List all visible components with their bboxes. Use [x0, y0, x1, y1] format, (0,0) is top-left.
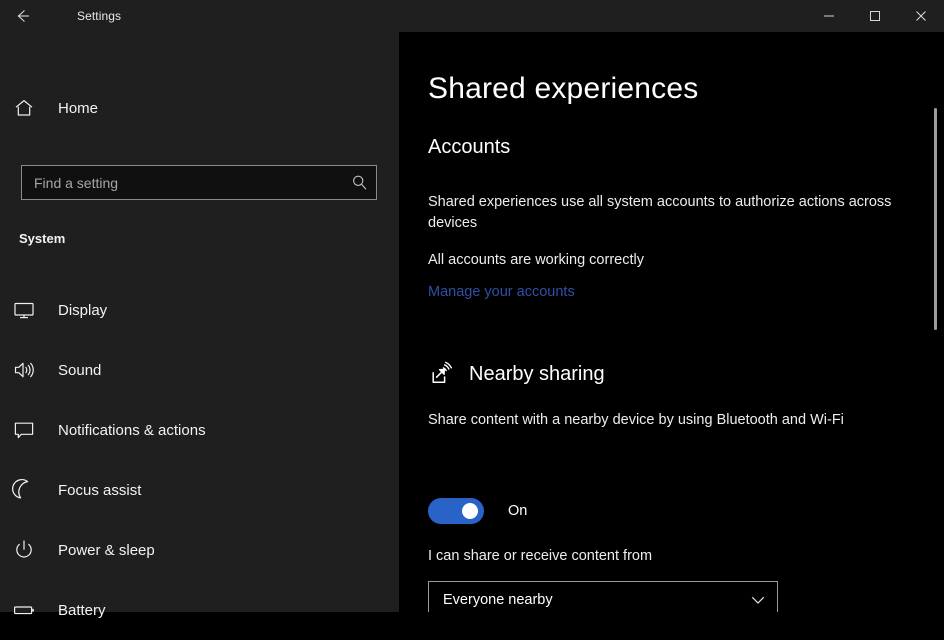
share-from-dropdown[interactable]: Everyone nearby — [428, 581, 778, 612]
minimize-icon — [824, 15, 834, 17]
close-icon — [916, 11, 926, 21]
sidebar-item-display-label: Display — [58, 301, 108, 319]
accounts-heading: Accounts — [428, 136, 511, 158]
sidebar-item-focus-assist-label: Focus assist — [58, 481, 142, 499]
battery-icon — [0, 598, 48, 622]
nearby-sharing-heading-row: Nearby sharing — [427, 358, 605, 390]
monitor-icon — [0, 298, 48, 322]
sidebar-item-notifications[interactable]: Notifications & actions — [0, 400, 399, 460]
accounts-description: Shared experiences use all system accoun… — [428, 194, 892, 231]
manage-accounts-link[interactable]: Manage your accounts — [428, 284, 575, 300]
sidebar-item-battery-label: Battery — [58, 601, 106, 619]
nearby-sharing-toggle-row: On — [428, 498, 527, 524]
moon-icon — [0, 478, 48, 502]
speech-bubble-icon — [0, 418, 48, 442]
nearby-sharing-description: Share content with a nearby device by us… — [428, 412, 844, 428]
sidebar-item-home[interactable]: Home — [0, 88, 399, 128]
nearby-sharing-toggle[interactable] — [428, 498, 484, 524]
share-from-dropdown-value: Everyone nearby — [443, 591, 553, 608]
sidebar-item-battery[interactable]: Battery — [0, 580, 399, 640]
power-icon — [0, 538, 48, 562]
close-button[interactable] — [898, 0, 944, 32]
share-from-label: I can share or receive content from — [428, 548, 653, 564]
title-bar-left: Settings — [0, 0, 399, 32]
back-button[interactable] — [0, 0, 46, 32]
chevron-down-icon — [739, 592, 777, 608]
speaker-icon — [0, 358, 48, 382]
maximize-button[interactable] — [852, 0, 898, 32]
sidebar-item-sound[interactable]: Sound — [0, 340, 399, 400]
minimize-button[interactable] — [806, 0, 852, 32]
home-icon — [0, 97, 48, 119]
nearby-sharing-title: Nearby sharing — [469, 362, 605, 385]
search-icon[interactable] — [342, 174, 376, 191]
toggle-knob — [462, 503, 478, 519]
content-pane: Shared experiences Accounts Shared exper… — [399, 32, 944, 612]
sidebar-nav-list: Display Sound Notifications & actions Fo… — [0, 280, 399, 640]
sidebar-item-display[interactable]: Display — [0, 280, 399, 340]
nearby-share-icon — [427, 358, 459, 390]
nearby-sharing-toggle-state: On — [508, 503, 528, 519]
search-input[interactable]: Find a setting — [21, 165, 377, 200]
scrollbar-thumb[interactable] — [934, 108, 937, 330]
search-input-placeholder: Find a setting — [34, 174, 119, 191]
window-controls — [806, 0, 944, 32]
page-title: Shared experiences — [428, 72, 699, 105]
back-arrow-icon — [17, 10, 29, 22]
title-bar: Settings — [0, 0, 944, 32]
sidebar-item-power-sleep-label: Power & sleep — [58, 541, 155, 559]
sidebar-item-home-label: Home — [58, 99, 99, 117]
accounts-status: All accounts are working correctly — [428, 252, 644, 268]
settings-window: Settings Home Find a setting System Disp… — [0, 0, 944, 619]
sidebar-item-notifications-label: Notifications & actions — [58, 421, 206, 439]
maximize-icon — [870, 11, 880, 21]
sidebar-item-focus-assist[interactable]: Focus assist — [0, 460, 399, 520]
window-title: Settings — [77, 9, 122, 23]
sidebar-item-sound-label: Sound — [58, 361, 102, 379]
content-scrollbar[interactable] — [928, 32, 944, 612]
sidebar: Home Find a setting System Display Sound… — [0, 32, 399, 619]
sidebar-section-title: System — [19, 231, 66, 246]
sidebar-item-power-sleep[interactable]: Power & sleep — [0, 520, 399, 580]
